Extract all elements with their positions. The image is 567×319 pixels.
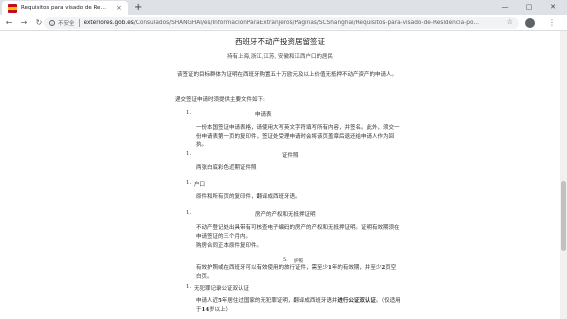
spain-flag-favicon-icon <box>8 3 17 13</box>
section-heading: 申请表 <box>255 112 272 118</box>
section-number: 1. <box>186 284 192 290</box>
section-body: 不动产登记处出具带有可核查电子编码的房产的产权和无抵押证明。证明有效期须在申请签… <box>196 225 400 240</box>
page-scrollbar[interactable] <box>560 31 567 319</box>
section-body: 一份本国签证申请表格，请使用大写英文字符填写所有内容，并签名。此外，须交一份申请… <box>196 125 400 148</box>
scrollbar-thumb[interactable] <box>561 181 566 251</box>
browser-tab[interactable]: Requisitos para visado de Re… × <box>2 1 128 15</box>
page-subtitle: 持有上海,浙江,江苏, 安徽和江西户口的居民 <box>227 54 333 60</box>
text-run: 有效护照或在西班牙可以有效使用的旅行证件，需至少 <box>196 265 329 271</box>
section-heading: 证件照 <box>282 153 299 159</box>
intro-paragraph: 该签证的目标群体为证明在西班牙购置五十万欧元及以上价值无抵押不动产资产的申请人。 <box>177 72 398 78</box>
address-bar[interactable]: i 不安全 exteriores.gob.es/Consulados/SHANG… <box>44 17 519 29</box>
minimize-icon[interactable]: — <box>493 0 517 15</box>
tab-close-icon[interactable]: × <box>116 4 122 12</box>
section-body-extra: 购房合同正本原件复印件。 <box>196 243 263 249</box>
section-heading: 无犯罪记录公证双认证 <box>194 286 250 292</box>
text-run: 年居住过国家的无犯罪证明，翻译成西班牙语并 <box>221 298 338 304</box>
requirements-lead: 递交签证申请时须提供主要文件如下: <box>175 97 265 103</box>
section-body: 有效护照或在西班牙可以有效使用的旅行证件，需至少1年的有效期，并至少2页空白页。 <box>196 264 401 281</box>
section-number: 1. <box>186 210 192 216</box>
new-tab-button[interactable]: + <box>134 0 142 15</box>
close-window-icon[interactable]: ✕ <box>541 0 565 15</box>
text-run-bold: 进行公证双认证 <box>337 298 376 304</box>
bookmark-star-icon[interactable]: ☆ <box>507 18 513 26</box>
text-run: 申请人近 <box>196 298 219 304</box>
section-number: 1. <box>186 180 192 186</box>
section-body: 原件和所有页的复印件，翻译成西班牙语。 <box>196 194 301 200</box>
browser-toolbar: ← → ↻ i 不安全 exteriores.gob.es/Consulados… <box>0 15 567 31</box>
url-domain: exteriores.gob.es <box>83 20 134 26</box>
security-label: 不安全 <box>58 21 75 27</box>
section-number: 5. <box>283 257 288 263</box>
not-secure-info-icon[interactable]: i <box>49 20 55 26</box>
section-heading: 户口 <box>194 182 206 188</box>
divider <box>78 19 80 27</box>
tab-strip: Requisitos para visado de Re… × + — ▢ ✕ <box>0 0 567 15</box>
text-run: 岁以上） <box>209 306 232 313</box>
section-number: 1. <box>186 151 192 157</box>
section-body: 申请人近5年居住过国家的无犯罪证明，翻译成西班牙语并进行公证双认证。（仅适用于1… <box>196 297 401 314</box>
section-heading: 房产的产权和无抵押证明 <box>255 212 316 218</box>
page-content: 西班牙不动产投资居留签证 持有上海,浙江,江苏, 安徽和江西户口的居民 该签证的… <box>0 31 560 319</box>
back-icon[interactable]: ← <box>3 18 15 27</box>
profile-avatar-icon[interactable] <box>525 18 535 28</box>
url-text[interactable]: exteriores.gob.es/Consulados/SHANGHAI/es… <box>84 20 479 26</box>
text-run: 年的有效期，并至少 <box>331 265 382 271</box>
browser-menu-icon[interactable]: ⋮ <box>548 15 556 31</box>
forward-icon[interactable]: → <box>18 18 30 27</box>
section-number: 1. <box>186 110 192 116</box>
section-body: 两张白底彩色近期证件照 <box>196 165 257 171</box>
page-title: 西班牙不动产投资居留签证 <box>235 37 325 46</box>
url-path: /Consulados/SHANGHAI/es/InformacionParaE… <box>133 20 479 26</box>
maximize-icon[interactable]: ▢ <box>517 0 541 15</box>
tab-title: Requisitos para visado de Re… <box>21 5 106 11</box>
